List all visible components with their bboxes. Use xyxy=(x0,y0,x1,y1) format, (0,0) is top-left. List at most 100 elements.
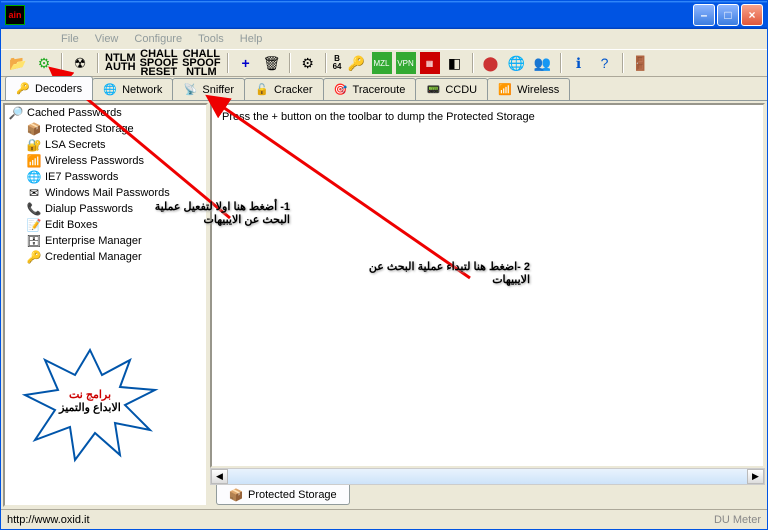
tab-label: Decoders xyxy=(35,83,82,95)
gear-icon[interactable]: ⚙ xyxy=(297,52,319,74)
separator xyxy=(622,53,624,73)
tab-label: Cracker xyxy=(274,84,313,96)
h-scrollbar[interactable]: ◀ ▶ xyxy=(210,468,765,485)
help-icon[interactable]: ? xyxy=(594,52,616,74)
tree-label: Enterprise Manager xyxy=(45,235,142,247)
tab-cracker[interactable]: 🔓 Cracker xyxy=(244,78,324,100)
btab-label: Protected Storage xyxy=(248,489,337,501)
tab-ccdu[interactable]: 📟 CCDU xyxy=(415,78,488,100)
radiation-icon[interactable]: ☢ xyxy=(69,52,91,74)
tree-label: Windows Mail Passwords xyxy=(45,187,170,199)
menu-view[interactable]: View xyxy=(95,33,119,45)
exit-icon[interactable]: 🚪 xyxy=(630,52,652,74)
maximize-button[interactable]: □ xyxy=(717,4,739,26)
menubar: File View Configure Tools Help xyxy=(1,29,767,49)
tree-label: Wireless Passwords xyxy=(45,155,144,167)
edit-icon: 📝 xyxy=(27,218,41,232)
tree-label: Credential Manager xyxy=(45,251,142,263)
mail-icon: ✉ xyxy=(27,186,41,200)
ie-icon: 🌐 xyxy=(27,170,41,184)
tree-label: IE7 Passwords xyxy=(45,171,118,183)
wifi-icon: 📶 xyxy=(498,83,512,97)
tree-item-wireless[interactable]: 📶 Wireless Passwords xyxy=(5,153,206,169)
close-button[interactable]: × xyxy=(741,4,763,26)
app-icon: ain xyxy=(5,5,25,25)
wifi-icon: 📶 xyxy=(27,154,41,168)
annotation-1: 1- أضغط هنا اولا لتفعيل عملية البحث عن ا… xyxy=(140,200,290,226)
window-controls: – □ × xyxy=(693,4,763,26)
tab-sniffer[interactable]: 📡 Sniffer xyxy=(172,78,245,100)
tree-item-winmail[interactable]: ✉ Windows Mail Passwords xyxy=(5,185,206,201)
tab-traceroute[interactable]: 🎯Traceroute xyxy=(323,78,417,100)
hint-text: Press the + button on the toolbar to dum… xyxy=(222,111,753,123)
separator xyxy=(289,53,291,73)
tab-network[interactable]: 🌐Network xyxy=(92,78,173,100)
ccdu-icon: 📟 xyxy=(426,83,440,97)
box-icon: 📦 xyxy=(27,122,41,136)
menu-configure[interactable]: Configure xyxy=(134,33,182,45)
globe-icon[interactable]: 🌐 xyxy=(506,52,528,74)
tree-item-credential[interactable]: 🔑 Credential Manager xyxy=(5,249,206,265)
phone-icon: 📞 xyxy=(27,202,41,216)
vpn-icon[interactable]: VPN xyxy=(396,52,416,74)
menu-tools[interactable]: Tools xyxy=(198,33,224,45)
btab-protected-storage[interactable]: 📦 Protected Storage xyxy=(216,485,350,505)
minimize-button[interactable]: – xyxy=(693,4,715,26)
tab-label: Wireless xyxy=(517,84,559,96)
open-icon[interactable]: 📂 xyxy=(7,52,29,74)
separator xyxy=(227,53,229,73)
tab-wireless[interactable]: 📶 Wireless xyxy=(487,78,570,100)
statusbar: http://www.oxid.it DU Meter xyxy=(1,509,767,529)
tab-label: Sniffer xyxy=(202,84,234,96)
annotation-2: 2 -اضغط هنا لتبداء عملية البحث عن الايبي… xyxy=(360,260,530,286)
key-icon: 🔑 xyxy=(27,250,41,264)
status-url: http://www.oxid.it xyxy=(7,514,90,526)
menu-help[interactable]: Help xyxy=(240,33,263,45)
rsa-icon[interactable]: ▦ xyxy=(420,52,440,74)
separator xyxy=(325,53,327,73)
globe-icon: 🌐 xyxy=(103,83,117,97)
folder-icon: 🔎 xyxy=(9,106,23,120)
lan-icon[interactable]: ⚙ xyxy=(33,52,55,74)
cracker-icon: 🔓 xyxy=(255,83,269,97)
scroll-track[interactable] xyxy=(228,469,747,484)
tab-label: CCDU xyxy=(445,84,477,96)
globe-red-icon[interactable]: ⬤ xyxy=(480,52,502,74)
separator xyxy=(472,53,474,73)
mzl-icon[interactable]: MZL xyxy=(372,52,392,74)
plus-icon[interactable]: + xyxy=(235,52,257,74)
tree-label: Cached Passwords xyxy=(27,107,122,119)
sniffer-icon: 📡 xyxy=(183,83,197,97)
b64-button[interactable]: B 64 xyxy=(333,55,342,71)
tree-item-ie7[interactable]: 🌐 IE7 Passwords xyxy=(5,169,206,185)
users-icon[interactable]: 👥 xyxy=(532,52,554,74)
scroll-left-icon[interactable]: ◀ xyxy=(211,469,228,484)
tree-item-enterprise[interactable]: 🗄 Enterprise Manager xyxy=(5,233,206,249)
ntlm-auth-button[interactable]: NTLMAUTH xyxy=(105,54,136,72)
tree-item-lsa-secrets[interactable]: 🔐LSA Secrets xyxy=(5,137,206,153)
tree-item-protected-storage[interactable]: 📦Protected Storage xyxy=(5,121,206,137)
key-icon[interactable]: 🔑 xyxy=(346,52,368,74)
separator xyxy=(97,53,99,73)
menu-file[interactable]: File xyxy=(61,33,79,45)
chall-spoof-ntlm-button[interactable]: CHALLSPOOFNTLM xyxy=(182,50,221,77)
chall-spoof-reset-button[interactable]: CHALLSPOOFRESET xyxy=(140,50,179,77)
scroll-right-icon[interactable]: ▶ xyxy=(747,469,764,484)
star-text: برامج نت الابداع والتميز xyxy=(35,388,145,414)
bottom-tabs: 📦 Protected Storage xyxy=(210,485,765,507)
db-icon: 🗄 xyxy=(27,234,41,248)
top-tabs: 🔑 Decoders 🌐Network 📡 Sniffer 🔓 Cracker 🎯Tr… xyxy=(1,77,767,101)
sq-icon[interactable]: ◧ xyxy=(444,52,466,74)
trash-icon[interactable]: 🗑 xyxy=(261,52,283,74)
box-icon: 📦 xyxy=(229,488,243,502)
separator xyxy=(61,53,63,73)
info-icon[interactable]: ℹ xyxy=(568,52,590,74)
titlebar: ain – □ × xyxy=(1,1,767,29)
tree-label: Edit Boxes xyxy=(45,219,98,231)
key-icon: 🔑 xyxy=(16,82,30,96)
tree-root-cached-passwords[interactable]: 🔎 Cached Passwords xyxy=(5,105,206,121)
tree-label: Dialup Passwords xyxy=(45,203,133,215)
tab-decoders[interactable]: 🔑 Decoders xyxy=(5,76,93,100)
star-line1: برامج نت xyxy=(35,388,145,401)
main-panel: Press the + button on the toolbar to dum… xyxy=(210,103,765,507)
